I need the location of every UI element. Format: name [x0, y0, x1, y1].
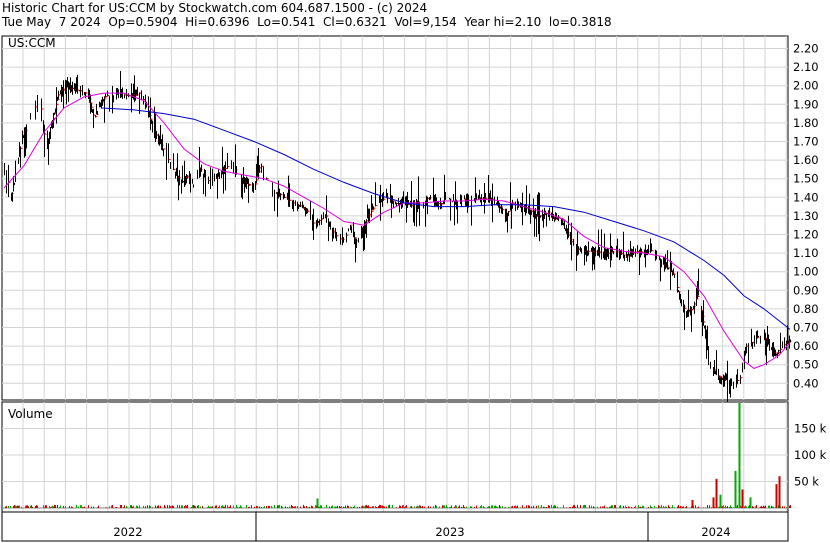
price-tick-label: 1.80	[793, 116, 819, 130]
price-tick-label: 2.20	[793, 42, 819, 56]
price-tick-label: 1.60	[793, 153, 819, 167]
price-tick-label: 1.30	[793, 209, 819, 223]
price-tick-label: 0.70	[793, 321, 819, 335]
price-tick-label: 1.00	[793, 265, 819, 279]
price-tick-label: 2.10	[793, 60, 819, 74]
price-panel: 2.20 2.10 2.00 1.90 1.80 1.70 1.60 1.50 1.40 1.30…	[1, 35, 819, 406]
volume-label: Volume	[8, 407, 53, 421]
price-panel-frame	[1, 35, 789, 401]
chart-canvas: 2.20 2.10 2.00 1.90 1.80 1.70 1.60 1.50 1.40 1.30…	[1, 35, 827, 542]
price-tick-label: 0.90	[793, 283, 819, 297]
price-tick-label: 1.40	[793, 190, 819, 204]
price-tick-label: 1.20	[793, 228, 819, 242]
price-axis-ticks: 2.20 2.10 2.00 1.90 1.80 1.70 1.60 1.50 1.40 1.30…	[793, 42, 819, 391]
volume-panel-frame	[1, 401, 789, 513]
price-tick-label: 0.80	[793, 302, 819, 316]
price-tick-label: 2.00	[793, 79, 819, 93]
volume-axis-ticks: 150 k 100 k 50 k	[794, 422, 827, 489]
year-label: 2024	[701, 525, 730, 539]
price-tick-label: 1.70	[793, 135, 819, 149]
price-tick-label: 0.40	[793, 376, 819, 390]
price-tick-label: 0.50	[793, 358, 819, 372]
volume-tick-label: 150 k	[794, 422, 827, 436]
year-label: 2023	[435, 525, 464, 539]
time-axis: 2022 2023 2024	[1, 511, 789, 542]
year-label: 2022	[113, 525, 142, 539]
symbol-label: US:CCM	[8, 36, 56, 50]
price-tick-label: 0.60	[793, 339, 819, 353]
price-tick-label: 1.90	[793, 97, 819, 111]
volume-panel: 150 k 100 k 50 k Volume	[1, 401, 827, 513]
price-tick-label: 1.50	[793, 172, 819, 186]
volume-tick-label: 50 k	[794, 475, 819, 489]
volume-tick-label: 100 k	[794, 448, 827, 462]
price-tick-label: 1.10	[793, 246, 819, 260]
